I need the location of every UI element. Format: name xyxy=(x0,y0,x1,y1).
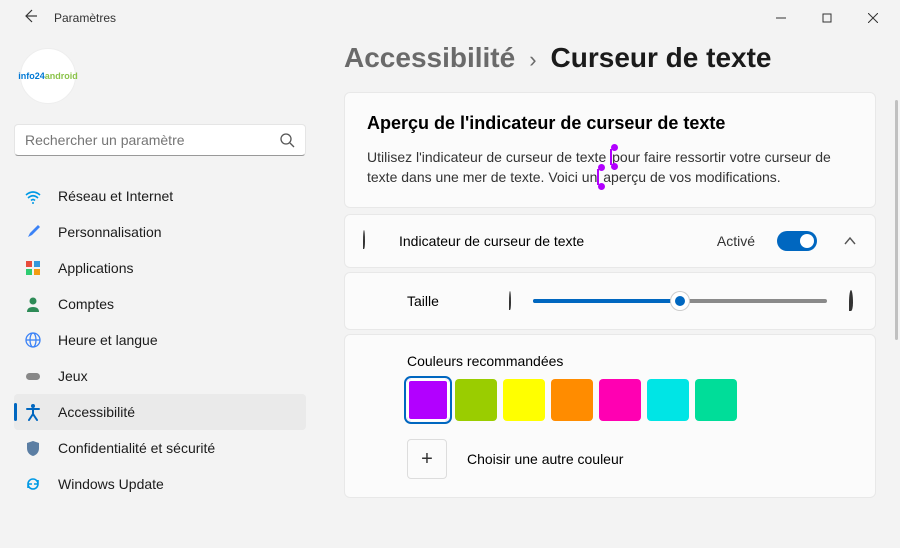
close-button[interactable] xyxy=(850,2,896,34)
cursor-small-icon xyxy=(509,292,511,310)
choose-color-button[interactable]: + Choisir une autre couleur xyxy=(407,439,853,479)
sidebar-item-apps[interactable]: Applications xyxy=(14,250,306,286)
apps-icon xyxy=(24,259,42,277)
color-swatch[interactable] xyxy=(647,379,689,421)
indicator-label: Indicateur de curseur de texte xyxy=(399,233,701,249)
sidebar-item-label: Accessibilité xyxy=(58,404,135,420)
search-icon xyxy=(279,132,295,148)
shield-icon xyxy=(24,439,42,457)
size-slider[interactable] xyxy=(533,291,827,311)
choose-color-label: Choisir une autre couleur xyxy=(467,451,623,467)
brush-icon xyxy=(24,223,42,241)
size-panel: Taille xyxy=(344,272,876,330)
size-label: Taille xyxy=(407,293,487,309)
accessibility-icon xyxy=(24,403,42,421)
maximize-button[interactable] xyxy=(804,2,850,34)
sidebar-item-label: Comptes xyxy=(58,296,114,312)
sidebar-item-label: Confidentialité et sécurité xyxy=(58,440,215,456)
minimize-button[interactable] xyxy=(758,2,804,34)
color-swatch[interactable] xyxy=(551,379,593,421)
color-swatch[interactable] xyxy=(455,379,497,421)
plus-icon: + xyxy=(407,439,447,479)
sidebar-item-sync[interactable]: Windows Update xyxy=(14,466,306,502)
search-input[interactable] xyxy=(25,132,279,148)
sidebar-item-wifi[interactable]: Réseau et Internet xyxy=(14,178,306,214)
colors-panel: Couleurs recommandées + Choisir une autr… xyxy=(344,334,876,498)
preview-panel: Aperçu de l'indicateur de curseur de tex… xyxy=(344,92,876,208)
cursor-indicator-sample xyxy=(610,149,612,165)
chevron-up-icon[interactable] xyxy=(843,234,857,248)
sidebar-item-gamepad[interactable]: Jeux xyxy=(14,358,306,394)
sync-icon xyxy=(24,475,42,493)
sidebar-item-shield[interactable]: Confidentialité et sécurité xyxy=(14,430,306,466)
color-swatch[interactable] xyxy=(407,379,449,421)
sidebar-item-label: Réseau et Internet xyxy=(58,188,173,204)
sidebar-item-globe[interactable]: Heure et langue xyxy=(14,322,306,358)
sidebar-item-label: Personnalisation xyxy=(58,224,162,240)
breadcrumb: Accessibilité › Curseur de texte xyxy=(344,42,876,74)
globe-icon xyxy=(24,331,42,349)
breadcrumb-current: Curseur de texte xyxy=(551,42,772,74)
color-swatch[interactable] xyxy=(503,379,545,421)
back-button[interactable] xyxy=(22,8,38,29)
indicator-state: Activé xyxy=(717,233,755,249)
cursor-icon xyxy=(363,231,383,251)
colors-title: Couleurs recommandées xyxy=(407,353,853,369)
preview-body: Utilisez l'indicateur de curseur de text… xyxy=(367,148,853,187)
sidebar-item-accessibility[interactable]: Accessibilité xyxy=(14,394,306,430)
gamepad-icon xyxy=(24,367,42,385)
color-swatch[interactable] xyxy=(599,379,641,421)
color-swatch[interactable] xyxy=(695,379,737,421)
avatar[interactable]: info24android xyxy=(20,48,76,104)
breadcrumb-parent[interactable]: Accessibilité xyxy=(344,42,515,74)
indicator-toggle[interactable] xyxy=(777,231,817,251)
sidebar-item-person[interactable]: Comptes xyxy=(14,286,306,322)
sidebar-item-label: Jeux xyxy=(58,368,88,384)
window-title: Paramètres xyxy=(54,11,116,25)
chevron-right-icon: › xyxy=(529,47,536,73)
sidebar-item-brush[interactable]: Personnalisation xyxy=(14,214,306,250)
wifi-icon xyxy=(24,187,42,205)
person-icon xyxy=(24,295,42,313)
search-input-container[interactable] xyxy=(14,124,306,156)
cursor-big-icon xyxy=(849,292,853,310)
preview-title: Aperçu de l'indicateur de curseur de tex… xyxy=(367,113,853,134)
scrollbar[interactable] xyxy=(895,100,898,340)
indicator-toggle-row[interactable]: Indicateur de curseur de texte Activé xyxy=(344,214,876,268)
sidebar-item-label: Heure et langue xyxy=(58,332,158,348)
sidebar-item-label: Applications xyxy=(58,260,134,276)
sidebar-item-label: Windows Update xyxy=(58,476,164,492)
